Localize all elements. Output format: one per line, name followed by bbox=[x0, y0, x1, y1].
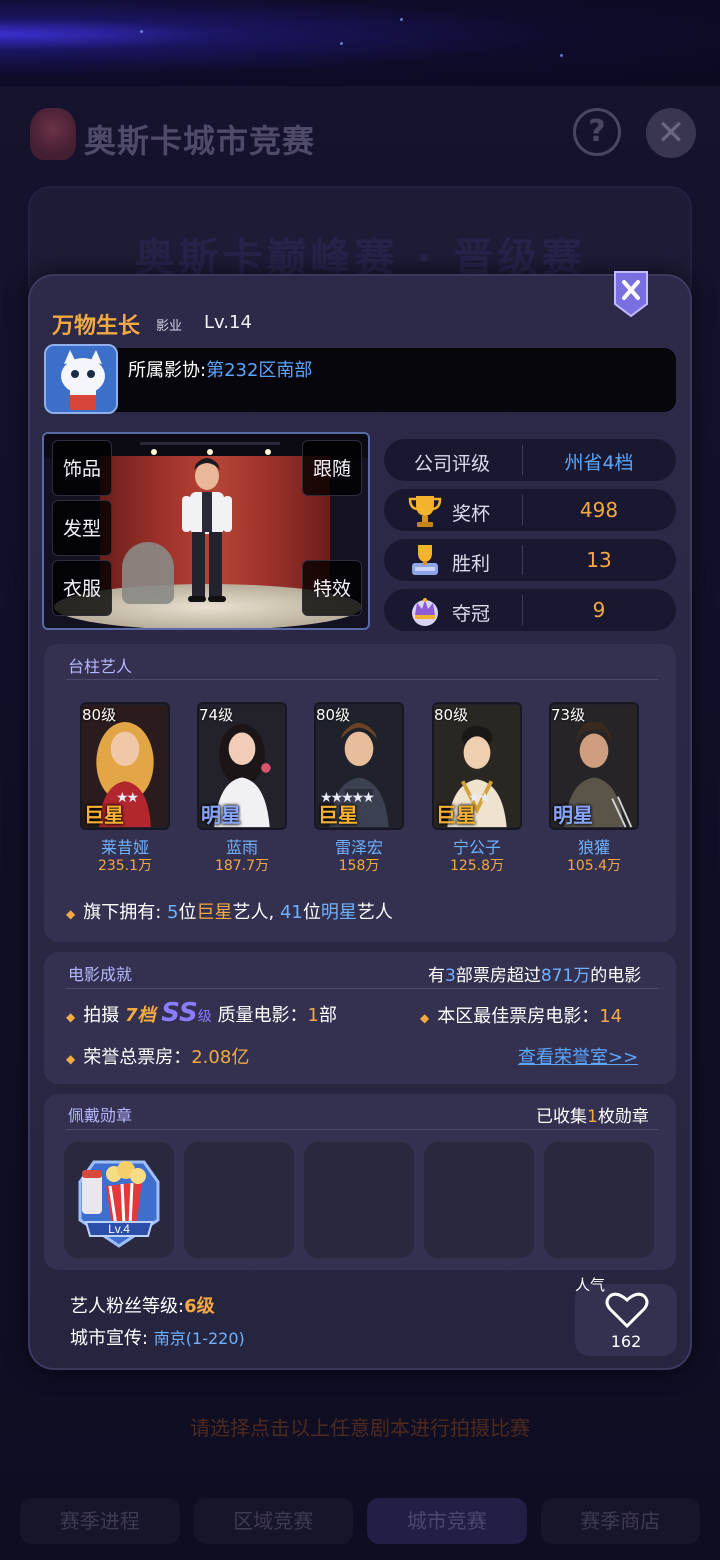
view-honor-room-link[interactable]: 查看荣誉室>> bbox=[518, 1043, 638, 1069]
top-backdrop bbox=[0, 0, 720, 86]
popularity-value: 162 bbox=[610, 1332, 642, 1351]
artist-rank: 巨星 bbox=[436, 803, 476, 827]
wins-value: 13 bbox=[586, 548, 612, 572]
help-icon[interactable]: ? bbox=[573, 108, 621, 156]
artist-card[interactable]: 80级 ★★★★★ 巨星 bbox=[314, 702, 404, 830]
artist-rank: 明星 bbox=[201, 803, 241, 827]
trophy-label: 奖杯 bbox=[452, 503, 491, 525]
company-type: 影业 bbox=[156, 319, 183, 334]
artist-card[interactable]: 80级 ★★ 巨星 bbox=[80, 702, 170, 830]
victory-cup-icon bbox=[406, 541, 444, 579]
page-title: 奥斯卡城市竞赛 bbox=[84, 122, 316, 160]
artist-fans: 125.8万 bbox=[449, 858, 505, 874]
artist-level: 80级 bbox=[82, 706, 117, 724]
artist-rank: 巨星 bbox=[318, 803, 358, 827]
fan-level: 艺人粉丝等级:6级 bbox=[70, 1296, 215, 1317]
tab-city-competition[interactable]: 城市竞赛 bbox=[367, 1498, 527, 1544]
artist-fans: 187.7万 bbox=[214, 858, 270, 874]
popcorn-badge-icon: Lv.4 bbox=[78, 1160, 160, 1248]
badge-slot[interactable]: Lv.4 bbox=[64, 1142, 174, 1258]
badge-level: Lv.4 bbox=[108, 1222, 130, 1236]
diamond-bullet-icon: ◆ bbox=[66, 1052, 76, 1066]
avatar[interactable] bbox=[44, 344, 118, 414]
city-promotion: 城市宣传: 南京(1-220) bbox=[70, 1328, 245, 1349]
section-divider bbox=[66, 679, 658, 680]
artist-card[interactable]: 73级 明星 bbox=[549, 702, 639, 830]
badge-collected-count: 已收集1枚勋章 bbox=[536, 1107, 649, 1127]
artist-summary: ◆ 旗下拥有: 5位巨星艺人, 41位明星艺人 bbox=[66, 902, 393, 923]
clothes-button[interactable]: 衣服 bbox=[52, 560, 112, 616]
guild-label: 所属影协: bbox=[128, 360, 207, 381]
tab-region-competition[interactable]: 区域竞赛 bbox=[193, 1498, 353, 1544]
artist-level: 73级 bbox=[551, 706, 586, 724]
company-name: 万物生长 bbox=[52, 314, 141, 339]
rating-label: 公司评级 bbox=[414, 453, 491, 475]
artists-section-title: 台柱艺人 bbox=[68, 657, 133, 676]
accessories-button[interactable]: 饰品 bbox=[52, 440, 112, 496]
artist-card[interactable]: 74级 明星 bbox=[197, 702, 287, 830]
diamond-bullet-icon: ◆ bbox=[66, 907, 76, 921]
artist-rank: 明星 bbox=[553, 803, 593, 827]
tab-season-shop[interactable]: 赛季商店 bbox=[540, 1498, 700, 1544]
artist-fans: 158万 bbox=[338, 858, 380, 874]
section-divider bbox=[66, 1129, 658, 1130]
oscar-logo-icon bbox=[30, 108, 76, 160]
popularity-button[interactable]: 人气 162 bbox=[575, 1276, 677, 1356]
popularity-label: 人气 bbox=[575, 1276, 606, 1294]
artist-fans: 105.4万 bbox=[566, 858, 622, 874]
badge-section-title: 佩戴勋章 bbox=[68, 1106, 133, 1125]
badge-slot-empty[interactable] bbox=[304, 1142, 414, 1258]
section-divider bbox=[66, 988, 658, 989]
artist-fans: 235.1万 bbox=[97, 858, 153, 874]
trophy-icon bbox=[406, 491, 444, 529]
trophy-value: 498 bbox=[579, 498, 619, 522]
tab-season-progress[interactable]: 赛季进程 bbox=[20, 1498, 180, 1544]
modal-close-icon[interactable] bbox=[612, 270, 650, 318]
champion-value: 9 bbox=[592, 598, 606, 622]
guild-info: 所属影协:第232区南部 bbox=[128, 356, 312, 382]
badge-slot-empty[interactable] bbox=[544, 1142, 654, 1258]
artist-level: 80级 bbox=[316, 706, 351, 724]
heart-icon bbox=[605, 1292, 649, 1332]
ss-movie-count: ◆ 拍摄 7档 SS级 质量电影：1部 bbox=[66, 998, 337, 1028]
artist-card[interactable]: 80级 ★★ 巨星 bbox=[432, 702, 522, 830]
character-figure bbox=[172, 454, 242, 609]
honor-total-box-office: ◆ 荣誉总票房：2.08亿 bbox=[66, 1047, 250, 1068]
shoot-hint: 请选择点击以上任意剧本进行拍摄比赛 bbox=[190, 1416, 530, 1440]
artist-level: 80级 bbox=[434, 706, 469, 724]
champion-label: 夺冠 bbox=[452, 603, 491, 625]
champion-row: 夺冠 9 bbox=[384, 589, 676, 631]
badge-slot-empty[interactable] bbox=[424, 1142, 534, 1258]
badge-slot-empty[interactable] bbox=[184, 1142, 294, 1258]
artist-level: 74级 bbox=[199, 706, 234, 724]
trophy-row: 奖杯 498 bbox=[384, 489, 676, 531]
best-box-office: ◆ 本区最佳票房电影：14 bbox=[420, 1006, 623, 1027]
wins-row: 胜利 13 bbox=[384, 539, 676, 581]
artist-rank: 巨星 bbox=[84, 803, 124, 827]
guild-value[interactable]: 第232区南部 bbox=[206, 360, 312, 381]
diamond-bullet-icon: ◆ bbox=[420, 1011, 430, 1025]
diamond-bullet-icon: ◆ bbox=[66, 1010, 76, 1024]
movie-section-title: 电影成就 bbox=[68, 965, 133, 984]
movie-box-office-summary: 有3部票房超过871万的电影 bbox=[428, 966, 642, 986]
wins-label: 胜利 bbox=[452, 553, 491, 575]
company-rating-row: 公司评级 州省4档 bbox=[384, 439, 676, 481]
crown-icon bbox=[406, 591, 444, 629]
close-page-icon[interactable]: ✕ bbox=[646, 108, 696, 158]
follow-button[interactable]: 跟随 bbox=[302, 440, 362, 496]
rating-value: 州省4档 bbox=[564, 452, 634, 474]
bottom-tab-bar: 赛季进程 区域竞赛 城市竞赛 赛季商店 bbox=[20, 1498, 700, 1544]
hairstyle-button[interactable]: 发型 bbox=[52, 500, 112, 556]
effects-button[interactable]: 特效 bbox=[302, 560, 362, 616]
chair-icon bbox=[122, 542, 174, 604]
company-level: Lv.14 bbox=[204, 312, 252, 333]
